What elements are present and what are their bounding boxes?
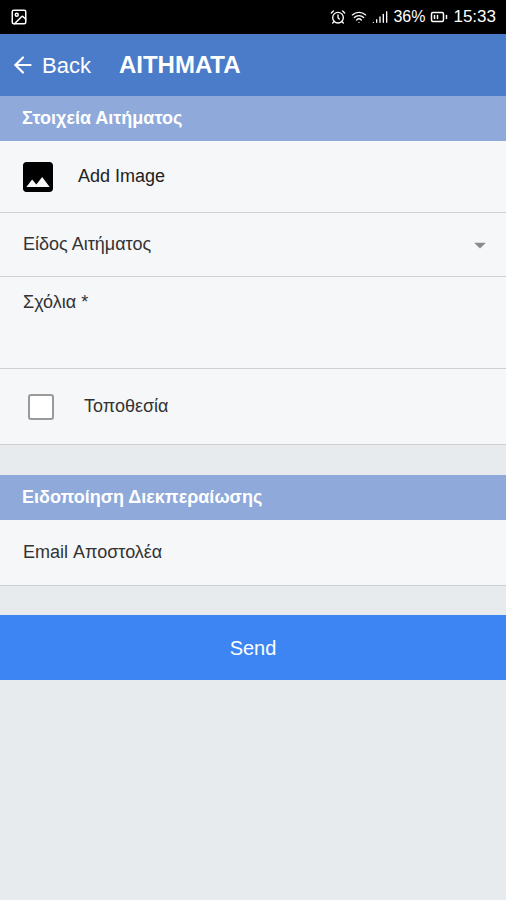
back-button[interactable]: Back — [10, 49, 91, 82]
send-button[interactable]: Send — [0, 615, 506, 680]
app-screen: 36% 15:33 Back ΑΙΤΗΜΑΤΑ Στοιχεία Αιτήματος Ad… — [0, 0, 506, 900]
back-arrow-icon — [10, 52, 36, 78]
gallery-notification-icon — [10, 8, 28, 26]
signal-icon — [372, 9, 388, 25]
request-type-select[interactable]: Είδος Αιτήματος — [0, 213, 506, 277]
battery-icon — [430, 8, 448, 26]
status-bar: 36% 15:33 — [0, 0, 506, 34]
email-field[interactable]: Email Αποστολέα — [0, 520, 506, 586]
page-title: ΑΙΤΗΜΑΤΑ — [119, 47, 241, 83]
wifi-icon — [351, 9, 367, 25]
select-label: Είδος Αιτήματος — [23, 231, 151, 258]
image-icon — [18, 157, 58, 197]
form-section: Στοιχεία Αιτήματος Add Image Είδος Αιτήματ… — [0, 96, 506, 445]
form-section: Ειδοποίηση Διεκπεραίωσης Email Αποστολέα — [0, 475, 506, 586]
location-checkbox[interactable] — [28, 394, 54, 420]
location-label: Τοποθεσία — [84, 393, 169, 420]
clock: 15:33 — [453, 4, 496, 30]
comments-label: Σχόλια * — [23, 289, 506, 316]
section-header: Ειδοποίηση Διεκπεραίωσης — [0, 475, 506, 520]
dropdown-arrow-icon — [466, 231, 494, 259]
comments-field[interactable]: Σχόλια * — [0, 277, 506, 369]
location-checkbox-row[interactable]: Τοποθεσία — [0, 369, 506, 445]
add-image-row[interactable]: Add Image — [0, 141, 506, 213]
alarm-icon — [330, 9, 346, 25]
email-label: Email Αποστολέα — [23, 539, 162, 566]
app-header: Back ΑΙΤΗΜΑΤΑ — [0, 34, 506, 96]
battery-level: 36% — [393, 5, 425, 29]
section-header: Στοιχεία Αιτήματος — [0, 96, 506, 141]
add-image-label: Add Image — [78, 163, 165, 190]
